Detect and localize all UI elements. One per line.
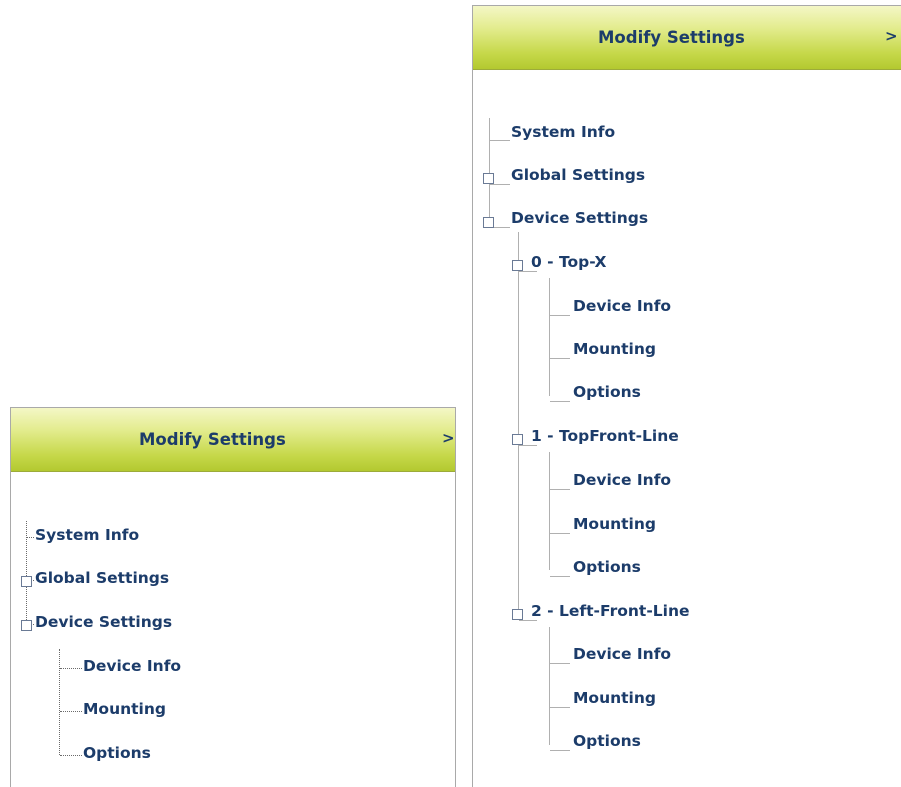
tree-item-device-info[interactable]: Device Info <box>573 644 671 664</box>
tree-item-device-0[interactable]: 0 - Top-X <box>531 252 606 272</box>
expand-toggle-icon[interactable] <box>483 173 494 184</box>
tree-line <box>549 278 550 396</box>
collapse-toggle-icon[interactable] <box>512 434 523 445</box>
tree-item-system-info[interactable]: System Info <box>511 122 615 142</box>
tree-line <box>550 401 570 402</box>
tree-line <box>550 576 570 577</box>
collapse-toggle-icon[interactable] <box>512 609 523 620</box>
modify-settings-panel-collapsed: Modify Settings > System Info Global Set… <box>10 407 456 787</box>
tree-item-options[interactable]: Options <box>83 743 151 763</box>
panel-title: Modify Settings <box>139 430 286 449</box>
tree-item-device-settings[interactable]: Device Settings <box>35 612 172 632</box>
collapse-toggle-icon[interactable] <box>21 620 32 631</box>
collapse-toggle-icon[interactable] <box>512 260 523 271</box>
tree-line <box>518 232 519 614</box>
tree-item-global-settings[interactable]: Global Settings <box>35 568 169 588</box>
tree-item-options[interactable]: Options <box>573 557 641 577</box>
panel-header[interactable]: Modify Settings > <box>11 408 455 472</box>
tree-line <box>549 452 550 570</box>
modify-settings-panel-expanded: Modify Settings > System Info Global Set… <box>472 5 901 787</box>
tree-line <box>59 649 60 755</box>
tree-item-device-info[interactable]: Device Info <box>83 656 181 676</box>
tree-line <box>489 118 490 222</box>
tree-item-device-info[interactable]: Device Info <box>573 296 671 316</box>
tree-line <box>550 663 570 664</box>
tree-item-mounting[interactable]: Mounting <box>573 688 656 708</box>
tree-line <box>490 140 510 141</box>
tree-item-mounting[interactable]: Mounting <box>83 699 166 719</box>
tree-line <box>27 537 34 538</box>
tree-item-global-settings[interactable]: Global Settings <box>511 165 645 185</box>
tree-line <box>60 668 82 669</box>
tree-item-options[interactable]: Options <box>573 382 641 402</box>
tree-line <box>550 533 570 534</box>
tree-item-device-settings[interactable]: Device Settings <box>511 208 648 228</box>
tree-item-mounting[interactable]: Mounting <box>573 339 656 359</box>
chevron-right-icon[interactable]: > <box>442 408 455 471</box>
tree-item-device-2[interactable]: 2 - Left-Front-Line <box>531 601 690 621</box>
tree-line <box>550 750 570 751</box>
panel-title: Modify Settings <box>598 28 745 47</box>
chevron-right-icon[interactable]: > <box>885 6 898 69</box>
tree-line <box>549 627 550 745</box>
panel-header[interactable]: Modify Settings > <box>473 6 901 70</box>
tree-line <box>550 315 570 316</box>
tree-item-device-1[interactable]: 1 - TopFront-Line <box>531 426 679 446</box>
expand-toggle-icon[interactable] <box>21 576 32 587</box>
tree-line <box>60 755 82 756</box>
tree-item-device-info[interactable]: Device Info <box>573 470 671 490</box>
tree-line <box>60 711 82 712</box>
tree-line <box>550 489 570 490</box>
tree-line <box>490 184 510 185</box>
tree-line <box>550 358 570 359</box>
tree-item-mounting[interactable]: Mounting <box>573 514 656 534</box>
tree-line <box>550 707 570 708</box>
tree-item-options[interactable]: Options <box>573 731 641 751</box>
collapse-toggle-icon[interactable] <box>483 217 494 228</box>
tree-item-system-info[interactable]: System Info <box>35 525 139 545</box>
